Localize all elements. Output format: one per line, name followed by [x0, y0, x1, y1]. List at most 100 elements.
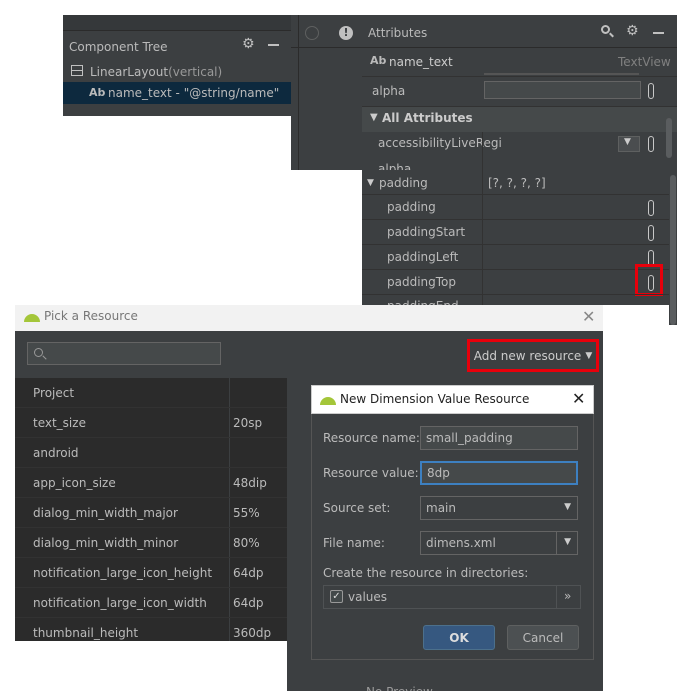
alpha-input[interactable] — [484, 81, 641, 99]
padding-start-label: paddingStart — [387, 225, 466, 239]
tree-item-name-text-suffix: - "@string/name" — [175, 86, 280, 100]
chevron-down-icon: ▼ — [585, 350, 593, 361]
tree-item-linear-layout-name: LinearLayout — [90, 65, 169, 79]
resource-value: 360dp — [233, 626, 272, 640]
no-preview-label: No Preview — [366, 685, 433, 691]
file-name-select[interactable]: dimens.xml ▼ — [420, 531, 578, 555]
ok-button[interactable]: OK — [423, 625, 495, 650]
padding-top-label: paddingTop — [387, 275, 457, 289]
resource-name: notification_large_icon_height — [33, 566, 213, 580]
attributes-scrollbar[interactable] — [666, 118, 672, 158]
textview-badge-icon: Ab — [89, 86, 106, 99]
accessibility-live-region-label: accessibilityLiveRegi — [378, 136, 502, 150]
search-icon — [34, 348, 47, 360]
component-tree-title: Component Tree — [69, 40, 168, 54]
component-badge-icon: Ab — [370, 54, 387, 67]
source-set-select[interactable]: main ▼ — [420, 496, 578, 520]
component-type: TextView — [618, 55, 671, 69]
values-directory-label: values — [348, 590, 388, 604]
source-set-value: main — [426, 501, 456, 515]
directories-list: ✓ values » — [323, 585, 581, 609]
attributes-panel-left-strip: ! — [291, 15, 362, 170]
gear-icon[interactable]: ⚙ — [242, 37, 256, 51]
resource-value-input[interactable]: 8dp — [420, 461, 578, 485]
attributes-title: Attributes — [368, 26, 428, 40]
source-set-label: Source set: — [323, 501, 391, 515]
resource-value: 64dp — [233, 596, 264, 610]
warning-off-icon[interactable] — [305, 26, 319, 40]
resource-row[interactable]: dialog_min_width_minor 80% — [15, 528, 287, 558]
pick-resource-titlebar: Pick a Resource ✕ — [15, 305, 603, 331]
alpha-label: alpha — [372, 84, 406, 98]
resource-picker-icon[interactable] — [648, 136, 654, 152]
expand-directories-button[interactable]: » — [564, 589, 571, 603]
padding-scrollbar[interactable] — [669, 170, 677, 325]
resource-row[interactable]: thumbnail_height 360dp — [15, 618, 287, 641]
resource-value-label: Resource value: — [323, 466, 419, 480]
attributes-panel: Attributes ⚙ Ab name_text TextView alpha… — [362, 15, 677, 170]
padding-top-resource-picker-icon[interactable] — [648, 275, 654, 291]
resource-row[interactable]: dialog_min_width_major 55% — [15, 498, 287, 528]
resource-picker-icon[interactable] — [648, 200, 654, 216]
resource-name: notification_large_icon_width — [33, 596, 207, 610]
resource-name: dialog_min_width_minor — [33, 536, 179, 550]
minimize-icon[interactable] — [653, 32, 664, 34]
resource-name: android — [33, 446, 79, 460]
android-icon — [320, 395, 336, 405]
pick-resource-title: Pick a Resource — [44, 309, 138, 323]
resource-value: 55% — [233, 506, 260, 520]
expand-arrow-icon: ▼ — [370, 112, 378, 123]
resource-name: thumbnail_height — [33, 626, 139, 640]
all-attributes-header[interactable]: ▼ All Attributes — [362, 107, 677, 132]
add-new-resource-button[interactable]: Add new resource ▼ — [467, 339, 599, 372]
resource-row[interactable]: android — [15, 438, 287, 468]
resource-value: 80% — [233, 536, 260, 550]
alpha2-label: alpha — [378, 162, 412, 170]
file-name-label: File name: — [323, 536, 385, 550]
tree-item-name-text[interactable]: Ab name_text - "@string/name" — [63, 82, 291, 104]
resource-picker-icon[interactable] — [648, 83, 654, 99]
new-dimension-title: New Dimension Value Resource — [340, 392, 530, 406]
padding-group-value: [?, ?, ?, ?] — [488, 176, 546, 190]
resource-value: 20sp — [233, 416, 263, 430]
android-icon — [24, 312, 40, 322]
padding-item-label: padding — [387, 200, 436, 214]
component-tree-panel: Component Tree ⚙ LinearLayout(vertical) … — [63, 15, 291, 116]
cancel-button[interactable]: Cancel — [507, 625, 579, 650]
error-icon[interactable]: ! — [339, 26, 353, 40]
resource-name-label: Resource name: — [323, 431, 420, 445]
resource-name: text_size — [33, 416, 86, 430]
linear-layout-icon — [71, 65, 83, 76]
close-icon[interactable]: ✕ — [582, 307, 595, 326]
resource-row[interactable]: Project — [15, 378, 287, 408]
search-input[interactable] — [27, 342, 221, 365]
chevron-down-icon: ▼ — [624, 137, 631, 147]
padding-section: ▼ padding [?, ?, ?, ?] padding paddingSt… — [362, 170, 669, 305]
gear-icon[interactable]: ⚙ — [626, 24, 640, 38]
chevron-down-icon: ▼ — [564, 502, 571, 512]
resource-row[interactable]: notification_large_icon_width 64dp — [15, 588, 287, 618]
minimize-icon[interactable] — [268, 44, 279, 46]
resource-name: Project — [33, 386, 75, 400]
component-name: name_text — [389, 55, 453, 69]
values-checkbox[interactable]: ✓ — [330, 590, 343, 603]
chevron-down-icon: ▼ — [564, 537, 571, 547]
resource-name-input[interactable]: small_padding — [420, 426, 578, 450]
resource-value: 48dip — [233, 476, 267, 490]
accessibility-dropdown[interactable]: ▼ — [618, 136, 640, 152]
new-dimension-titlebar: New Dimension Value Resource ✕ — [311, 385, 594, 414]
resource-row[interactable]: app_icon_size 48dip — [15, 468, 287, 498]
resource-row[interactable]: text_size 20sp — [15, 408, 287, 438]
tree-item-linear-layout[interactable]: LinearLayout(vertical) — [90, 65, 222, 79]
component-tree-top-strip — [63, 15, 291, 30]
resource-name: dialog_min_width_major — [33, 506, 178, 520]
file-name-value: dimens.xml — [426, 536, 496, 550]
search-icon[interactable] — [601, 25, 614, 38]
tree-item-name-text-name: name_text — [108, 86, 172, 100]
resource-value: 64dp — [233, 566, 264, 580]
directories-label: Create the resource in directories: — [323, 566, 529, 580]
resource-row[interactable]: notification_large_icon_height 64dp — [15, 558, 287, 588]
close-icon[interactable]: ✕ — [572, 389, 585, 408]
tree-item-linear-layout-suffix: (vertical) — [168, 65, 223, 79]
resource-picker-icon[interactable] — [648, 225, 654, 241]
